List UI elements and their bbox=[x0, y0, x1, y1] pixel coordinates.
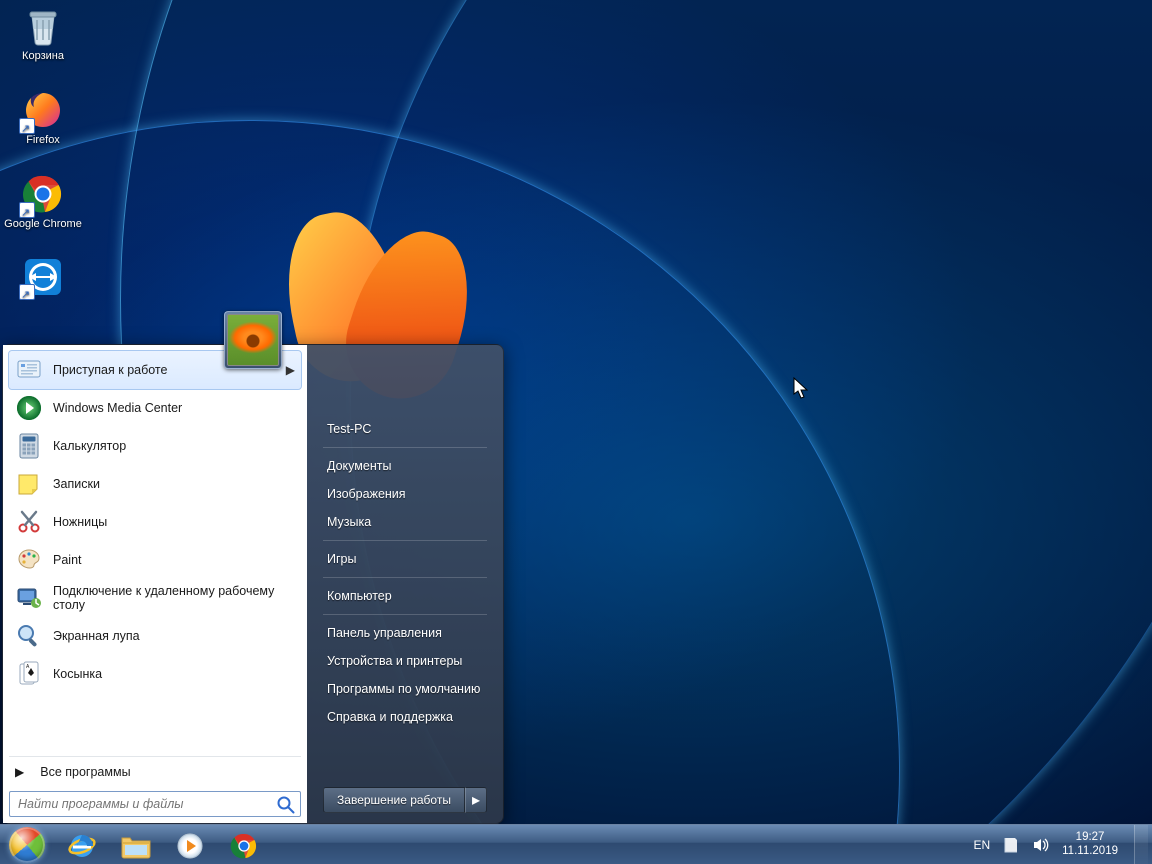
right-item-games[interactable]: Игры bbox=[323, 545, 487, 573]
program-paint[interactable]: Paint bbox=[9, 541, 301, 579]
tray-clock[interactable]: 19:27 11.11.2019 bbox=[1062, 831, 1118, 859]
desktop-icon-recycle-bin[interactable]: Корзина bbox=[4, 4, 82, 82]
desktop-icons: Корзина Firefox Google Chrome bbox=[4, 4, 96, 306]
program-windows-media-center[interactable]: Windows Media Center bbox=[9, 389, 301, 427]
wmp-icon bbox=[175, 831, 205, 861]
teamviewer-icon bbox=[21, 256, 65, 298]
getting-started-icon bbox=[15, 356, 43, 384]
desktop-icon-label: Корзина bbox=[22, 50, 64, 63]
system-tray: EN 19:27 11.11.2019 bbox=[973, 825, 1152, 864]
program-magnifier[interactable]: Экранная лупа bbox=[9, 617, 301, 655]
program-label: Windows Media Center bbox=[53, 401, 182, 415]
desktop-icon-chrome[interactable]: Google Chrome bbox=[4, 172, 82, 250]
taskbar-pin-wmp[interactable] bbox=[164, 828, 216, 864]
taskbar-pin-explorer[interactable] bbox=[110, 828, 162, 864]
right-item-devices-printers[interactable]: Устройства и принтеры bbox=[323, 647, 487, 675]
right-item-music[interactable]: Музыка bbox=[323, 508, 487, 536]
chrome-icon bbox=[230, 832, 258, 860]
search-icon bbox=[276, 795, 296, 815]
wmc-icon bbox=[15, 394, 43, 422]
tray-date: 11.11.2019 bbox=[1062, 845, 1118, 859]
recycle-bin-icon bbox=[21, 4, 65, 48]
right-item-help[interactable]: Справка и поддержка bbox=[323, 703, 487, 731]
right-item-user[interactable]: Test-PC bbox=[323, 415, 487, 443]
search-box[interactable] bbox=[9, 791, 301, 817]
program-label: Косынка bbox=[53, 667, 102, 681]
shutdown-button[interactable]: Завершение работы bbox=[323, 787, 465, 813]
shutdown-group: Завершение работы ▸ bbox=[323, 787, 487, 813]
remote-desktop-icon bbox=[15, 584, 43, 612]
taskbar-pin-chrome[interactable] bbox=[218, 828, 270, 864]
paint-icon bbox=[15, 546, 43, 574]
chrome-icon bbox=[21, 172, 65, 216]
start-menu-right-panel: Test-PC Документы Изображения Музыка Игр… bbox=[307, 345, 503, 823]
program-snipping-tool[interactable]: Ножницы bbox=[9, 503, 301, 541]
chevron-right-icon: ▸ bbox=[472, 790, 480, 810]
windows-orb-icon bbox=[9, 827, 45, 863]
tray-time: 19:27 bbox=[1062, 831, 1118, 845]
user-avatar[interactable] bbox=[224, 311, 282, 369]
program-remote-desktop[interactable]: Подключение к удаленному рабочему столу bbox=[9, 579, 301, 617]
magnifier-icon bbox=[15, 622, 43, 650]
right-item-default-programs[interactable]: Программы по умолчанию bbox=[323, 675, 487, 703]
action-center-icon[interactable] bbox=[1002, 836, 1020, 854]
start-menu-programs: Приступая к работе ▶ Windows Media Cente… bbox=[9, 351, 301, 752]
scissors-icon bbox=[15, 508, 43, 536]
program-label: Экранная лупа bbox=[53, 629, 140, 643]
right-item-pictures[interactable]: Изображения bbox=[323, 480, 487, 508]
calculator-icon bbox=[15, 432, 43, 460]
right-item-documents[interactable]: Документы bbox=[323, 452, 487, 480]
all-programs-label: Все программы bbox=[40, 765, 130, 779]
start-menu-left-panel: Приступая к работе ▶ Windows Media Cente… bbox=[3, 345, 307, 823]
program-calculator[interactable]: Калькулятор bbox=[9, 427, 301, 465]
solitaire-icon: A bbox=[15, 660, 43, 688]
submenu-arrow-icon: ▶ bbox=[286, 363, 295, 377]
language-indicator[interactable]: EN bbox=[973, 838, 990, 852]
start-button[interactable] bbox=[0, 825, 54, 864]
taskbar-pin-ie[interactable] bbox=[56, 828, 108, 864]
firefox-icon bbox=[21, 88, 65, 132]
chevron-right-icon: ▶ bbox=[15, 765, 24, 779]
start-menu-search bbox=[9, 791, 301, 817]
all-programs[interactable]: ▶ Все программы bbox=[9, 756, 301, 787]
program-solitaire[interactable]: A Косынка bbox=[9, 655, 301, 693]
sticky-notes-icon bbox=[15, 470, 43, 498]
desktop-icon-label: Firefox bbox=[26, 134, 60, 147]
program-sticky-notes[interactable]: Записки bbox=[9, 465, 301, 503]
show-desktop-button[interactable] bbox=[1134, 825, 1148, 864]
desktop-icon-firefox[interactable]: Firefox bbox=[4, 88, 82, 166]
program-label: Записки bbox=[53, 477, 100, 491]
program-label: Приступая к работе bbox=[53, 363, 167, 377]
taskbar-pinned-apps bbox=[54, 825, 270, 864]
right-item-control-panel[interactable]: Панель управления bbox=[323, 619, 487, 647]
volume-icon[interactable] bbox=[1032, 836, 1050, 854]
shutdown-options-button[interactable]: ▸ bbox=[465, 787, 487, 813]
ie-icon bbox=[67, 831, 97, 861]
file-explorer-icon bbox=[120, 832, 152, 860]
program-label: Калькулятор bbox=[53, 439, 126, 453]
program-label: Paint bbox=[53, 553, 82, 567]
program-label: Ножницы bbox=[53, 515, 107, 529]
search-input[interactable] bbox=[18, 797, 272, 811]
start-menu: Приступая к работе ▶ Windows Media Cente… bbox=[2, 344, 504, 824]
taskbar: EN 19:27 11.11.2019 bbox=[0, 824, 1152, 864]
desktop-icon-teamviewer[interactable] bbox=[4, 256, 82, 300]
desktop-icon-label: Google Chrome bbox=[4, 218, 82, 231]
program-label: Подключение к удаленному рабочему столу bbox=[53, 584, 295, 612]
right-item-computer[interactable]: Компьютер bbox=[323, 582, 487, 610]
